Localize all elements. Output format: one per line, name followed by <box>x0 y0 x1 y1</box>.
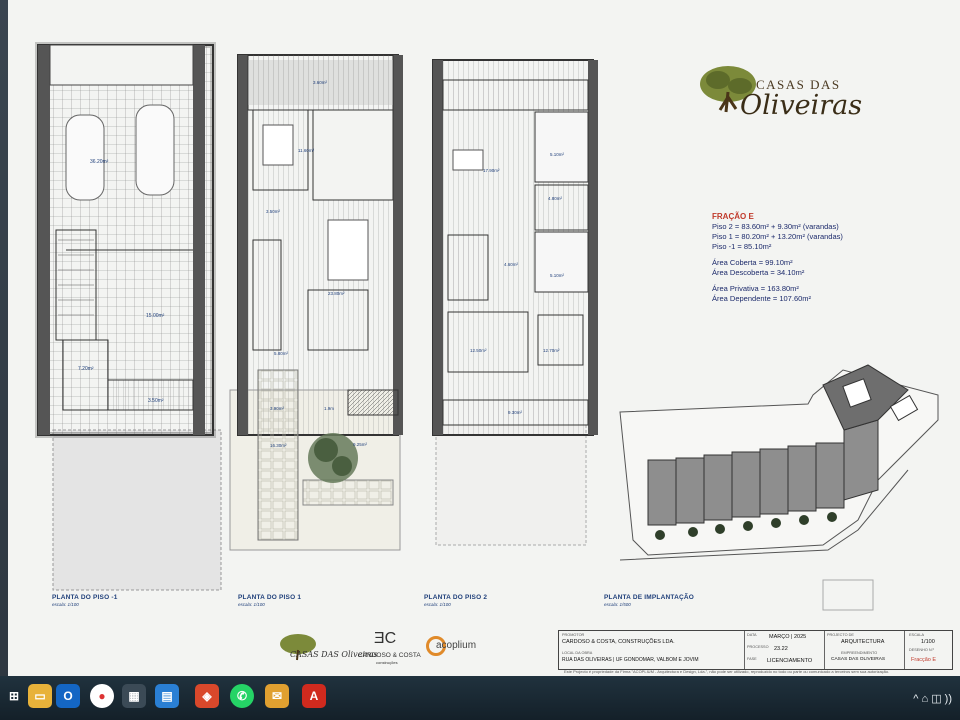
tb-label: FASE <box>747 657 757 661</box>
room-label: 12.70m² <box>543 348 560 353</box>
north-arrow-icon <box>822 579 874 611</box>
footer-acoplium-logo: acoplium <box>436 640 477 651</box>
plan-piso-menos-1: 36.20m² 15.00m² 7.20m² 3.50m² <box>35 42 222 591</box>
explorer-icon[interactable]: ▭ <box>28 684 52 708</box>
tb-data: MARÇO | 2025 <box>769 634 807 640</box>
room-label: 3.50m² <box>148 398 164 404</box>
room-label: 3.60m² <box>313 80 328 85</box>
room-label: 11.60m² <box>298 148 315 153</box>
room-label: 3.90m² <box>270 406 285 411</box>
tb-label: PROJECTO DE <box>827 633 854 637</box>
footer-cardoso-logo: CARDOSO & COSTA <box>358 652 421 659</box>
brand-logo: CASAS DAS Oliveiras <box>698 62 878 152</box>
room-label: 16.30m² <box>270 443 287 448</box>
plan-piso-1: 3.60m² 11.60m² 23.80m² 3.50m² 5.80m² 3.9… <box>229 54 403 551</box>
footer-cardoso-sub: construções <box>376 660 398 665</box>
tb-emp-label: EMPREENDIMENTO <box>841 651 878 655</box>
whatsapp-icon[interactable]: ✆ <box>230 684 254 708</box>
room-label: 5.80m² <box>274 351 289 356</box>
plan-implantacao <box>619 364 939 611</box>
info-line: Área Coberta = 99.10m² <box>712 258 793 267</box>
office-icon[interactable]: ◈ <box>195 684 219 708</box>
calculator-icon[interactable]: ▦ <box>122 684 146 708</box>
tb-label: LOCAL DA OBRA <box>562 651 593 655</box>
disclaimer: Este Projecto é propriedade da Firma "AC… <box>564 669 890 674</box>
tb-fase: LICENCIAMENTO <box>767 658 813 664</box>
room-label: 9.25m² <box>353 442 368 447</box>
room-label: 12.50m² <box>470 348 487 353</box>
room-label: 17.90m² <box>483 168 500 173</box>
room-label: 4.80m² <box>548 196 563 201</box>
info-line: Área Descoberta = 34.10m² <box>712 268 805 277</box>
room-label: 15.00m² <box>146 313 165 319</box>
info-line: Área Dependente = 107.60m² <box>712 294 812 303</box>
plan-title: PLANTA DO PISO -1 <box>52 594 118 601</box>
room-label: 9.30m² <box>508 410 523 415</box>
tb-emp: CASAS DAS OLIVEIRAS <box>831 657 886 662</box>
info-line: Piso 2 = 83.60m² + 9.30m² (varandas) <box>712 222 839 231</box>
info-line: Piso -1 = 85.10m² <box>712 242 772 251</box>
room-label: 5.10m² <box>550 152 565 157</box>
cardoso-logo-icon: ƎC <box>374 630 397 647</box>
tb-promotor: CARDOSO & COSTA, CONSTRUÇÕES LDA. <box>562 639 675 645</box>
room-label: 36.20m² <box>90 159 109 165</box>
plan-title: PLANTA DO PISO 2 <box>424 594 488 601</box>
title-block: PROMOTOR CARDOSO & COSTA, CONSTRUÇÕES LD… <box>558 630 953 670</box>
tb-label: DATA <box>747 633 757 637</box>
outlook-icon[interactable]: O <box>56 684 80 708</box>
plan-scale: escala: 1/100 <box>424 602 451 607</box>
tb-projeto: ARQUITECTURA <box>841 639 885 645</box>
tb-label: PROMOTOR <box>562 633 585 637</box>
chrome-icon[interactable]: ● <box>90 684 114 708</box>
plan-piso-2: 17.90m² 12.50m² 12.70m² 5.10m² 5.10m² 4.… <box>432 59 598 546</box>
fraction-title: FRAÇÃO E <box>712 212 754 221</box>
room-label: 7.20m² <box>78 366 94 372</box>
tb-label: DESENHO N.º <box>909 648 935 652</box>
pdf-icon[interactable]: A <box>302 684 326 708</box>
tb-desenho: Fracção E <box>911 657 937 663</box>
tb-processo: 23.22 <box>774 646 788 652</box>
room-label: 4.60m² <box>504 262 519 267</box>
plan-title: PLANTA DO PISO 1 <box>238 594 302 601</box>
room-label: 5.10m² <box>550 273 565 278</box>
mail-icon[interactable]: ✉ <box>265 684 289 708</box>
plan-scale: escala: 1/500 <box>604 602 631 607</box>
tb-obra: RUA DAS OLIVEIRAS | UF GONDOMAR, VALBOM … <box>562 657 699 663</box>
tb-escala: 1/100 <box>921 639 935 645</box>
fraction-info: FRAÇÃO E Piso 2 = 83.60m² + 9.30m² (vara… <box>712 212 843 304</box>
plan-title: PLANTA DE IMPLANTAÇÃO <box>604 594 695 601</box>
info-line: Piso 1 = 80.20m² + 13.20m² (varandas) <box>712 232 843 241</box>
brand-script: Oliveiras <box>740 90 863 121</box>
plan-scale: escala: 1/100 <box>238 602 265 607</box>
info-line: Área Privativa = 163.80m² <box>712 284 799 293</box>
drawing-sheet: 36.20m² 15.00m² 7.20m² 3.50m² 3.60m² 11.… <box>8 0 960 676</box>
system-tray[interactable]: ^ ⌂ ◫ )) <box>913 676 952 720</box>
room-label: 23.80m² <box>328 291 345 296</box>
start-icon[interactable]: ⊞ <box>2 684 26 708</box>
tb-label: PROCESSO <box>747 645 769 649</box>
room-label: 3.50m² <box>266 209 281 214</box>
taskbar: ⊞ ▭ O ● ▦ ▤ ◈ ✆ ✉ A ^ ⌂ ◫ )) <box>0 676 960 720</box>
files-icon[interactable]: ▤ <box>155 684 179 708</box>
tb-label: ESCALA <box>909 633 924 637</box>
plan-scale: escala: 1/100 <box>52 602 79 607</box>
room-label: 1.9m <box>324 406 334 411</box>
footer-logos: CASAS DAS Oliveiras ƎC CARDOSO & COSTA c… <box>276 630 546 670</box>
